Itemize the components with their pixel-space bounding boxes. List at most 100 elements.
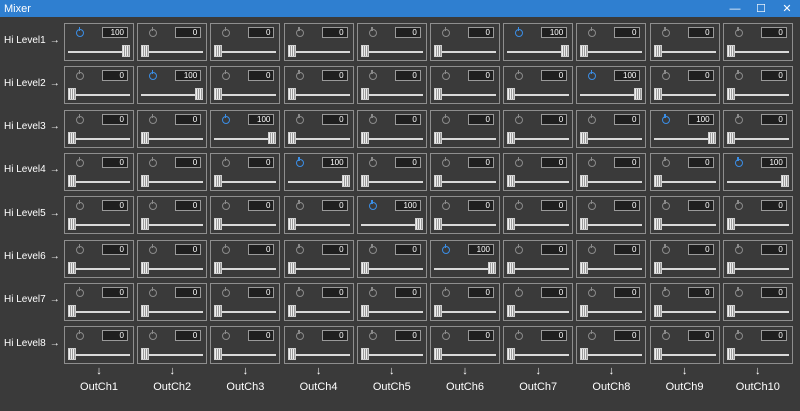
level-slider-track[interactable] [434,137,496,140]
power-icon[interactable] [149,156,158,167]
level-slider-track[interactable] [434,180,496,183]
level-value-field[interactable]: 0 [687,286,714,298]
power-icon[interactable] [149,70,158,81]
level-value-field[interactable]: 0 [102,286,128,298]
maximize-button[interactable]: ☐ [748,0,774,17]
level-slider-thumb[interactable] [726,131,735,144]
level-slider-track[interactable] [434,354,496,357]
level-value-field[interactable]: 0 [687,243,714,255]
power-icon[interactable] [734,200,743,211]
power-icon[interactable] [222,330,231,341]
power-icon[interactable] [368,330,377,341]
level-value-field[interactable]: 0 [321,243,348,255]
level-value-field[interactable]: 0 [394,243,421,255]
level-slider-track[interactable] [580,94,643,97]
level-value-field[interactable]: 0 [394,70,421,82]
level-slider-thumb[interactable] [141,348,150,361]
level-slider-track[interactable] [434,224,496,227]
level-value-field[interactable]: 0 [248,286,275,298]
power-icon[interactable] [222,286,231,297]
level-value-field[interactable]: 0 [468,286,494,298]
power-icon[interactable] [588,113,597,124]
power-icon[interactable] [442,243,450,254]
power-icon[interactable] [734,27,743,37]
level-slider-track[interactable] [68,137,130,140]
level-slider-track[interactable] [360,180,423,183]
power-icon[interactable] [661,70,670,81]
power-icon[interactable] [295,156,304,167]
level-value-field[interactable]: 0 [175,243,202,255]
power-icon[interactable] [515,27,524,37]
level-slider-track[interactable] [287,354,350,357]
level-slider-track[interactable] [68,310,130,313]
level-slider-track[interactable] [507,310,570,313]
level-slider-thumb[interactable] [195,88,204,101]
level-slider-thumb[interactable] [726,218,735,231]
level-slider-track[interactable] [726,354,789,357]
level-slider-thumb[interactable] [141,45,150,57]
power-icon[interactable] [368,286,377,297]
power-icon[interactable] [76,330,84,341]
level-slider-thumb[interactable] [141,261,150,274]
level-value-field[interactable]: 0 [614,243,641,255]
level-value-field[interactable]: 100 [248,113,275,125]
power-icon[interactable] [734,113,743,124]
level-slider-track[interactable] [726,224,789,227]
level-slider-thumb[interactable] [268,131,277,144]
level-slider-thumb[interactable] [634,88,643,101]
level-slider-thumb[interactable] [580,218,589,231]
level-value-field[interactable]: 0 [614,156,641,168]
level-slider-thumb[interactable] [141,131,150,144]
level-slider-thumb[interactable] [653,304,662,317]
level-value-field[interactable]: 100 [321,156,348,168]
power-icon[interactable] [588,286,597,297]
power-icon[interactable] [222,113,231,124]
level-value-field[interactable]: 0 [760,113,787,125]
power-icon[interactable] [734,156,743,167]
level-value-field[interactable]: 0 [760,70,787,82]
level-value-field[interactable]: 0 [760,27,787,38]
level-slider-thumb[interactable] [434,88,442,101]
level-slider-thumb[interactable] [287,218,296,231]
power-icon[interactable] [149,113,158,124]
level-slider-track[interactable] [360,310,423,313]
level-slider-track[interactable] [287,224,350,227]
level-value-field[interactable]: 0 [102,70,128,82]
power-icon[interactable] [76,70,84,81]
level-slider-track[interactable] [360,51,423,53]
level-slider-thumb[interactable] [653,218,662,231]
level-slider-thumb[interactable] [360,261,369,274]
level-value-field[interactable]: 0 [321,286,348,298]
power-icon[interactable] [588,27,597,37]
level-slider-track[interactable] [360,224,423,227]
level-slider-track[interactable] [653,310,716,313]
level-slider-thumb[interactable] [287,45,296,57]
level-slider-track[interactable] [214,180,277,183]
power-icon[interactable] [295,113,304,124]
level-value-field[interactable]: 0 [102,243,128,255]
level-slider-track[interactable] [214,94,277,97]
level-slider-thumb[interactable] [561,45,570,57]
level-value-field[interactable]: 100 [541,27,568,38]
power-icon[interactable] [734,243,743,254]
level-slider-track[interactable] [68,354,130,357]
level-slider-track[interactable] [287,180,350,183]
level-value-field[interactable]: 0 [102,330,128,342]
level-value-field[interactable]: 0 [175,113,202,125]
power-icon[interactable] [515,70,524,81]
level-slider-track[interactable] [653,224,716,227]
level-value-field[interactable]: 0 [614,330,641,342]
level-value-field[interactable]: 0 [468,70,494,82]
level-slider-track[interactable] [141,354,204,357]
level-slider-thumb[interactable] [580,304,589,317]
level-slider-thumb[interactable] [287,261,296,274]
level-value-field[interactable]: 0 [102,200,128,212]
level-slider-thumb[interactable] [122,45,130,57]
level-value-field[interactable]: 0 [321,330,348,342]
level-slider-track[interactable] [726,180,789,183]
level-value-field[interactable]: 0 [468,200,494,212]
level-value-field[interactable]: 100 [687,113,714,125]
power-icon[interactable] [734,286,743,297]
level-slider-thumb[interactable] [360,348,369,361]
level-slider-track[interactable] [580,224,643,227]
